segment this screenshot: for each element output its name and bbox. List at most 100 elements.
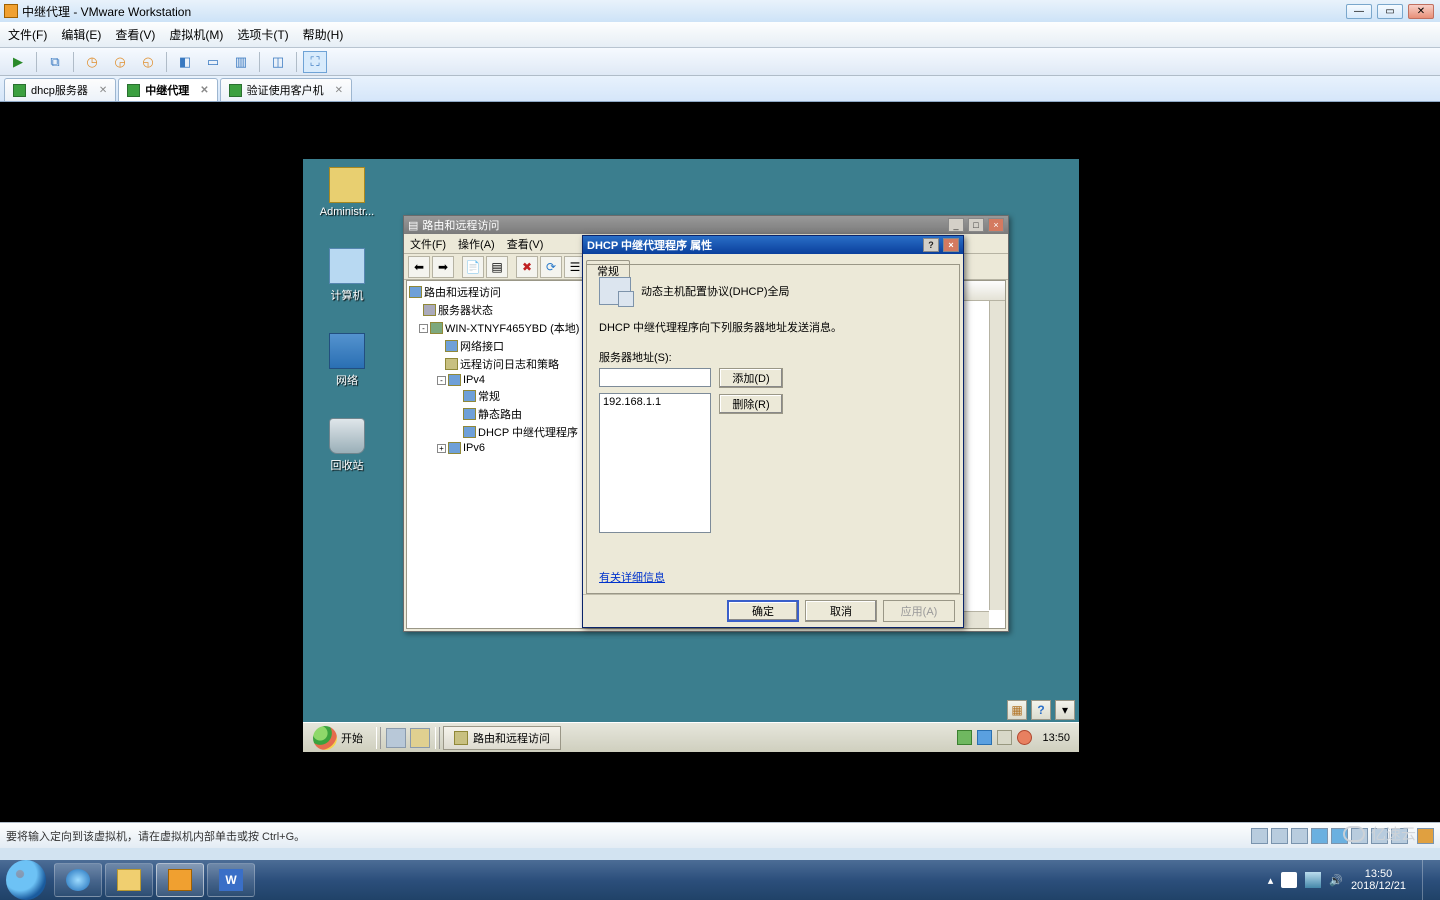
aux-menu-icon[interactable]: ▾ — [1055, 700, 1075, 720]
more-info-link[interactable]: 有关详细信息 — [599, 569, 665, 585]
tb-back-icon[interactable]: ⬅ — [408, 256, 430, 278]
ok-button[interactable]: 确定 — [727, 600, 799, 622]
collapse-icon[interactable]: - — [437, 376, 446, 385]
host-task-ie[interactable] — [54, 863, 102, 897]
rras-menu-action[interactable]: 操作(A) — [458, 236, 495, 252]
menu-help[interactable]: 帮助(H) — [303, 26, 344, 43]
aux-help-icon[interactable]: ? — [1031, 700, 1051, 720]
tb-view-multi-icon[interactable]: ▭ — [201, 51, 225, 73]
desktop-icon-recycle[interactable]: 回收站 — [317, 418, 377, 473]
tb-forward-icon[interactable]: ➡ — [432, 256, 454, 278]
tree-status[interactable]: 服务器状态 — [407, 301, 584, 319]
tb-view-thumb-icon[interactable]: ▥ — [229, 51, 253, 73]
tree-server[interactable]: -WIN-XTNYF465YBD (本地) — [407, 319, 584, 337]
host-close-button[interactable]: ✕ — [1408, 4, 1434, 19]
dialog-help-button[interactable]: ? — [923, 238, 939, 252]
menu-tabs[interactable]: 选项卡(T) — [237, 26, 288, 43]
server-clock[interactable]: 13:50 — [1037, 732, 1075, 744]
host-clock-date[interactable]: 2018/12/21 — [1351, 880, 1406, 892]
tray-volume-icon[interactable]: 🔊 — [1329, 874, 1343, 887]
vertical-scrollbar[interactable] — [989, 301, 1005, 610]
show-desktop-button[interactable] — [1422, 860, 1434, 900]
apply-button[interactable]: 应用(A) — [883, 600, 955, 622]
desktop-icon-computer[interactable]: 计算机 — [317, 248, 377, 303]
host-start-orb[interactable] — [6, 860, 46, 900]
tray-alert-icon[interactable] — [1017, 730, 1032, 745]
rras-menu-view[interactable]: 查看(V) — [507, 236, 544, 252]
host-maximize-button[interactable]: ▭ — [1377, 4, 1403, 19]
tab-close-icon[interactable]: ✕ — [99, 85, 107, 96]
tb-snap-manage-icon[interactable]: ◵ — [136, 51, 160, 73]
menu-edit[interactable]: 编辑(E) — [61, 26, 101, 43]
tree-ipv4-dhcp-relay[interactable]: DHCP 中继代理程序 — [407, 423, 584, 441]
tree-logs[interactable]: 远程访问日志和策略 — [407, 355, 584, 373]
desktop-icon-admin[interactable]: Administr... — [317, 167, 377, 218]
tree-ipv6[interactable]: +IPv6 — [407, 441, 584, 455]
guest-display[interactable]: Administr... 计算机 网络 回收站 ▤ 路由和远程访问 _ □ × … — [0, 102, 1440, 822]
rras-menu-file[interactable]: 文件(F) — [410, 236, 446, 252]
server-address-input[interactable] — [599, 368, 711, 387]
tree-netif[interactable]: 网络接口 — [407, 337, 584, 355]
tb-refresh-icon[interactable]: ⟳ — [540, 256, 562, 278]
tree-ipv4[interactable]: -IPv4 — [407, 373, 584, 387]
host-task-explorer[interactable] — [105, 863, 153, 897]
tb-view-single-icon[interactable]: ◧ — [173, 51, 197, 73]
vm-tab-relay[interactable]: 中继代理 ✕ — [118, 78, 217, 101]
rras-minimize-button[interactable]: _ — [948, 218, 964, 232]
server-desktop[interactable]: Administr... 计算机 网络 回收站 ▤ 路由和远程访问 _ □ × … — [303, 159, 1079, 752]
dev-message-icon[interactable] — [1417, 828, 1434, 844]
tree-ipv4-static[interactable]: 静态路由 — [407, 405, 584, 423]
tb-snap-take-icon[interactable]: ◷ — [80, 51, 104, 73]
tab-close-icon[interactable]: ✕ — [200, 85, 208, 96]
desktop-icon-network[interactable]: 网络 — [317, 333, 377, 388]
rras-close-button[interactable]: × — [988, 218, 1004, 232]
rras-maximize-button[interactable]: □ — [968, 218, 984, 232]
tab-close-icon[interactable]: ✕ — [335, 85, 343, 96]
vm-tab-dhcp[interactable]: dhcp服务器 ✕ — [4, 78, 116, 101]
tree-ipv4-general[interactable]: 常规 — [407, 387, 584, 405]
tb-properties-icon[interactable]: ▤ — [486, 256, 508, 278]
menu-vm[interactable]: 虚拟机(M) — [169, 26, 223, 43]
host-task-word[interactable]: W — [207, 863, 255, 897]
rras-tree[interactable]: 路由和远程访问 服务器状态 -WIN-XTNYF465YBD (本地) 网络接口… — [407, 281, 585, 628]
dev-hdd-icon[interactable] — [1251, 828, 1268, 844]
host-task-vmware[interactable] — [156, 863, 204, 897]
server-start-button[interactable]: 开始 — [303, 726, 373, 750]
tb-fullscreen-icon[interactable]: ⛶ — [303, 51, 327, 73]
dev-cd-icon[interactable] — [1271, 828, 1288, 844]
quicklaunch-explorer-icon[interactable] — [410, 728, 430, 748]
menu-view[interactable]: 查看(V) — [115, 26, 155, 43]
collapse-icon[interactable]: - — [419, 324, 428, 333]
dev-net1-icon[interactable] — [1311, 828, 1328, 844]
aux-tool-icon[interactable]: ▦ — [1007, 700, 1027, 720]
tb-snapshot-icon[interactable]: ⧉ — [43, 51, 67, 73]
tray-expand-icon[interactable]: ▴ — [1268, 874, 1274, 887]
dev-floppy-icon[interactable] — [1291, 828, 1308, 844]
tray-action-center-icon[interactable] — [1281, 872, 1297, 888]
tb-poweron-icon[interactable]: ▶ — [6, 51, 30, 73]
cancel-button[interactable]: 取消 — [805, 600, 877, 622]
tb-up-icon[interactable]: 📄 — [462, 256, 484, 278]
server-address-listbox[interactable]: 192.168.1.1 — [599, 393, 711, 533]
tree-root[interactable]: 路由和远程访问 — [407, 283, 584, 301]
host-minimize-button[interactable]: — — [1346, 4, 1372, 19]
taskbar-task-rras[interactable]: 路由和远程访问 — [443, 726, 561, 750]
rras-titlebar[interactable]: ▤ 路由和远程访问 _ □ × — [404, 216, 1008, 234]
tray-network-icon[interactable] — [957, 730, 972, 745]
add-button[interactable]: 添加(D) — [719, 368, 783, 388]
tb-delete-icon[interactable]: ✖ — [516, 256, 538, 278]
quicklaunch-desktop-icon[interactable] — [386, 728, 406, 748]
tb-snap-revert-icon[interactable]: ◶ — [108, 51, 132, 73]
dialog-close-button[interactable]: × — [943, 238, 959, 252]
list-item[interactable]: 192.168.1.1 — [603, 396, 707, 408]
tray-network-icon[interactable] — [1305, 872, 1321, 888]
host-clock-time[interactable]: 13:50 — [1351, 868, 1406, 880]
expand-icon[interactable]: + — [437, 444, 446, 453]
tray-update-icon[interactable] — [997, 730, 1012, 745]
tb-unity-icon[interactable]: ◫ — [266, 51, 290, 73]
menu-file[interactable]: 文件(F) — [8, 26, 47, 43]
dialog-titlebar[interactable]: DHCP 中继代理程序 属性 ? × — [583, 236, 963, 254]
vm-tab-client[interactable]: 验证使用客户机 ✕ — [220, 78, 352, 101]
tray-security-icon[interactable] — [977, 730, 992, 745]
delete-button[interactable]: 删除(R) — [719, 394, 783, 414]
